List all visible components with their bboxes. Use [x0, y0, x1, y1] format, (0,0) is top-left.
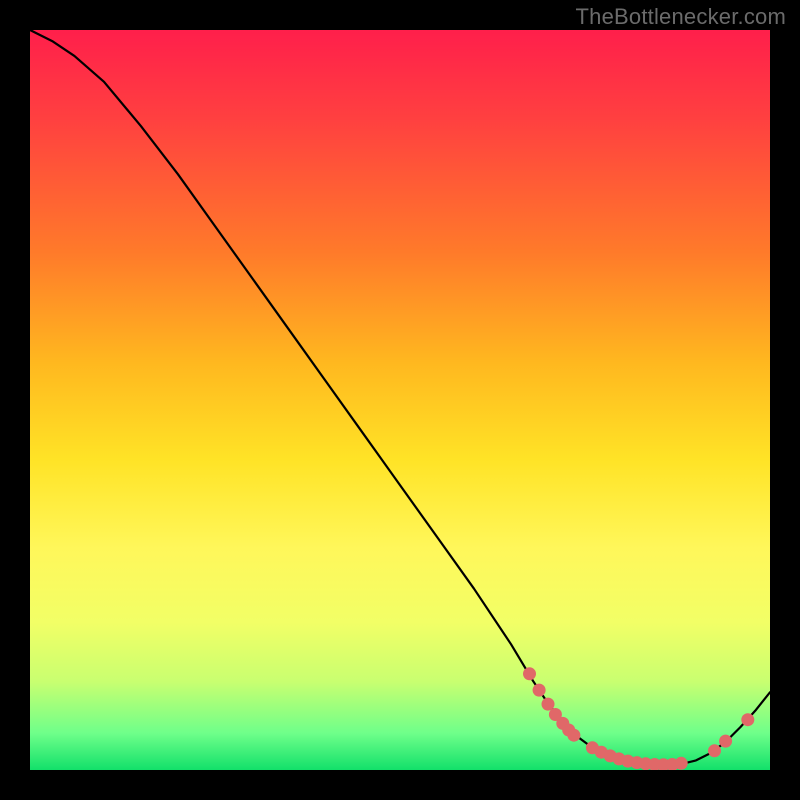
- plot-area: [30, 30, 770, 770]
- curve-marker: [719, 735, 732, 748]
- curve-marker: [675, 757, 688, 770]
- curve-markers: [523, 667, 754, 770]
- curve-marker: [523, 667, 536, 680]
- curve-marker: [741, 713, 754, 726]
- curve-svg: [30, 30, 770, 770]
- attribution-text: TheBottlenecker.com: [576, 4, 786, 30]
- curve-marker: [542, 698, 555, 711]
- chart-frame: TheBottlenecker.com: [0, 0, 800, 800]
- curve-marker: [533, 684, 546, 697]
- curve-marker: [567, 729, 580, 742]
- bottleneck-curve: [30, 30, 770, 766]
- curve-marker: [708, 744, 721, 757]
